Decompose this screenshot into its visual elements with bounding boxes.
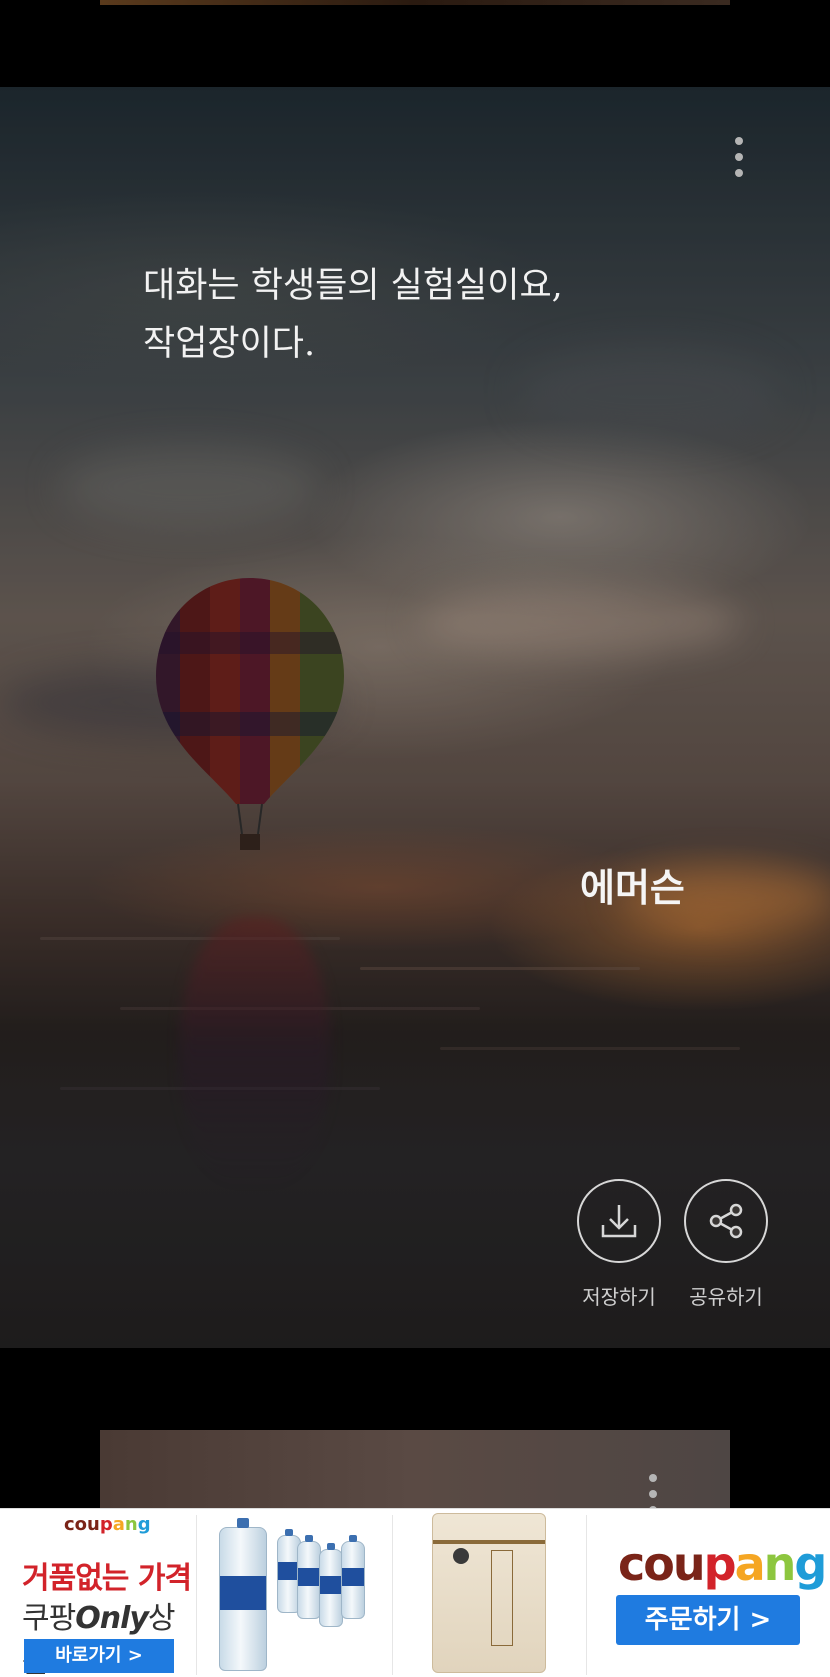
share-circle[interactable] [684, 1179, 768, 1263]
previous-quote-card[interactable] [100, 0, 730, 5]
more-options-button[interactable] [733, 137, 745, 177]
water-bottle-image [297, 1535, 321, 1619]
more-vertical-icon [735, 137, 743, 145]
share-button[interactable]: 공유하기 [676, 1179, 776, 1310]
ad-banner[interactable]: coupang 거품없는 가격 쿠팡Only상품 바로가기 > coupang [0, 1508, 830, 1677]
more-vertical-icon [735, 169, 743, 177]
quote-author: 에머슨 [580, 865, 685, 910]
ad-headline: 거품없는 가격 [22, 1561, 192, 1596]
more-vertical-icon [649, 1490, 657, 1498]
more-vertical-icon [735, 153, 743, 161]
rice-bag-image [432, 1513, 546, 1673]
goto-button[interactable]: 바로가기 > [24, 1639, 174, 1673]
save-button[interactable]: 저장하기 [569, 1179, 669, 1310]
ad-promo-slot[interactable]: coupang 거품없는 가격 쿠팡Only상품 바로가기 > [0, 1509, 196, 1677]
order-button[interactable]: 주문하기 > [616, 1595, 800, 1645]
ad-divider [586, 1515, 587, 1675]
water-bottle-image [219, 1518, 267, 1671]
coupang-logo-small: coupang [64, 1514, 151, 1535]
water-bottle-image [319, 1543, 343, 1627]
quote-text: 대화는 학생들의 실험실이요, 작업장이다. [143, 266, 563, 364]
ad-subline-em: Only [75, 1601, 149, 1636]
ad-subline-prefix: 쿠팡 [22, 1601, 76, 1636]
more-vertical-icon [649, 1474, 657, 1482]
quote-card: 대화는 학생들의 실험실이요, 작업장이다. 에머슨 저장하기 공유하기 [0, 87, 830, 1348]
next-quote-card[interactable] [100, 1430, 730, 1514]
water-bottle-image [341, 1535, 365, 1619]
ad-product-water[interactable] [197, 1509, 392, 1677]
share-label: 공유하기 [689, 1285, 763, 1309]
save-label: 저장하기 [582, 1285, 656, 1309]
share-icon [709, 1203, 743, 1239]
ad-divider [392, 1515, 393, 1675]
download-icon [601, 1205, 637, 1238]
coupang-logo-large: coupang [618, 1537, 827, 1591]
save-circle[interactable] [577, 1179, 661, 1263]
